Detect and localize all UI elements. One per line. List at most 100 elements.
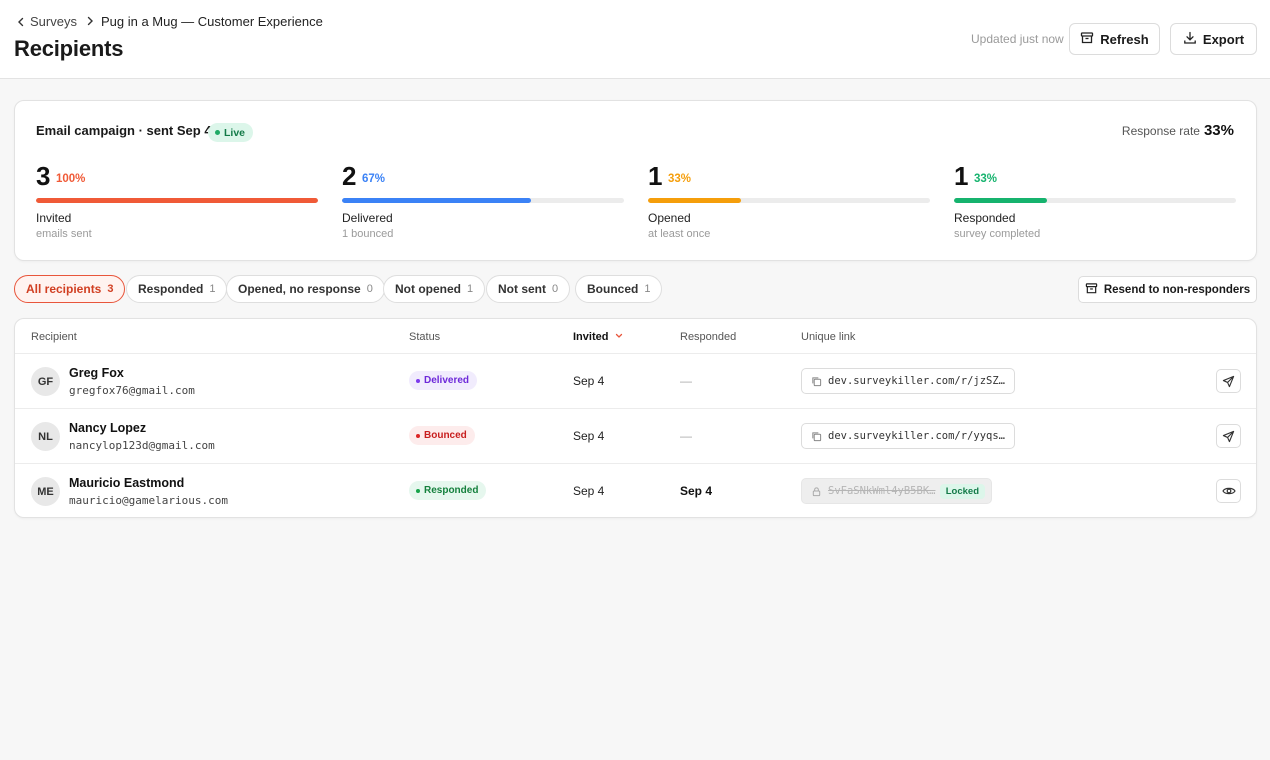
campaign-title: Email campaign · sent Sep 4 (36, 123, 212, 138)
status-badge: Bounced (409, 426, 475, 445)
column-status[interactable]: Status (409, 331, 440, 343)
stat-percent: 33% (668, 173, 692, 185)
eye-icon (1221, 487, 1236, 495)
recipient-name: Greg Fox (69, 366, 124, 380)
stat-progress-fill (648, 198, 742, 203)
stat-percent: 67% (362, 173, 386, 185)
stat-progress-fill (954, 198, 1048, 203)
stat-progress-bar (36, 198, 318, 203)
avatar: NL (31, 422, 60, 451)
filter-bounced[interactable]: Bounced 1 (575, 275, 663, 303)
recipient-email: nancylop123d@gmail.com (69, 439, 215, 452)
unique-link-text: dev.surveykiller.com/r/jzSZ… (828, 375, 1006, 387)
live-dot-icon (215, 130, 220, 135)
copy-icon[interactable] (811, 376, 822, 387)
archive-icon (1085, 282, 1098, 298)
avatar: ME (31, 477, 60, 506)
stat-progress-bar (954, 198, 1236, 203)
export-button-label: Export (1202, 31, 1245, 47)
recipient-email: gregfox76@gmail.com (69, 384, 195, 397)
filter-responded[interactable]: Responded 1 (126, 275, 228, 303)
filter-count: 1 (467, 283, 474, 295)
status-dot-icon (416, 433, 420, 438)
filter-count: 0 (366, 283, 373, 295)
stat-label: Invited (36, 211, 72, 225)
unique-link-text: SvFaSNkWml4yB5BK… (828, 485, 936, 497)
filter-label: Opened, no response (238, 282, 361, 296)
filter-opened-no-response[interactable]: Opened, no response 0 (226, 275, 385, 303)
view-response-button[interactable] (1216, 479, 1241, 503)
chevron-left-icon[interactable] (14, 15, 28, 29)
column-invited[interactable]: Invited (573, 331, 623, 343)
live-badge: Live (208, 123, 254, 142)
table-row[interactable]: ME Mauricio Eastmond mauricio@gamelariou… (15, 464, 1256, 519)
filter-label: Not opened (395, 282, 461, 296)
filter-count: 1 (644, 283, 651, 295)
responded-date: Sep 4 (680, 484, 713, 498)
stat-delivered: 2 67% Delivered 1 bounced (342, 161, 624, 246)
unique-link-text: dev.surveykiller.com/r/yyqs… (828, 430, 1006, 442)
recipients-table: Recipient Status Invited Responded Uniqu… (14, 318, 1257, 518)
stat-sublabel: survey completed (954, 228, 1041, 240)
filter-not-sent[interactable]: Not sent 0 (486, 275, 571, 303)
responded-date: — (680, 429, 692, 443)
page-header: Surveys Pug in a Mug — Customer Experien… (0, 0, 1270, 79)
lock-icon (812, 486, 821, 496)
stat-label: Responded (954, 211, 1016, 225)
send-icon (1222, 375, 1235, 387)
stat-sublabel: at least once (648, 228, 711, 240)
download-icon (1183, 31, 1197, 48)
refresh-button[interactable]: Refresh (1069, 23, 1160, 55)
filter-all-recipients[interactable]: All recipients 3 (14, 275, 126, 303)
send-button[interactable] (1216, 424, 1241, 448)
breadcrumb: Surveys Pug in a Mug — Customer Experien… (14, 14, 323, 29)
stat-percent: 100% (56, 173, 86, 185)
table-row[interactable]: NL Nancy Lopez nancylop123d@gmail.com Bo… (15, 409, 1256, 464)
recipient-name: Nancy Lopez (69, 421, 147, 435)
column-recipient[interactable]: Recipient (31, 331, 77, 343)
send-button[interactable] (1216, 369, 1241, 393)
recipient-email: mauricio@gamelarious.com (69, 494, 228, 507)
stat-progress-fill (36, 198, 318, 203)
stat-invited: 3 100% Invited emails sent (36, 161, 318, 246)
send-icon (1222, 430, 1235, 442)
page-title: Recipients (14, 36, 124, 61)
stat-opened: 1 33% Opened at least once (648, 161, 930, 246)
stat-percent: 33% (974, 173, 998, 185)
response-rate: Response rate 33% (1122, 122, 1234, 139)
breadcrumb-surveys-link[interactable]: Surveys (30, 14, 77, 29)
recipient-name: Mauricio Eastmond (69, 476, 185, 490)
filter-label: Bounced (587, 282, 639, 296)
filter-label: Not sent (498, 282, 546, 296)
export-button[interactable]: Export (1170, 23, 1257, 55)
table-row[interactable]: GF Greg Fox gregfox76@gmail.com Delivere… (15, 354, 1256, 409)
resend-button-label: Resend to non-responders (1103, 283, 1251, 296)
column-invited-label: Invited (573, 331, 609, 343)
resend-button[interactable]: Resend to non-responders (1078, 276, 1257, 303)
invited-date: Sep 4 (573, 374, 605, 388)
sort-desc-icon (615, 333, 622, 338)
live-label: Live (224, 126, 246, 139)
unique-link-field[interactable]: dev.surveykiller.com/r/yyqs… (801, 423, 1015, 449)
stat-progress-bar (648, 198, 930, 203)
column-responded[interactable]: Responded (680, 331, 736, 343)
stat-sublabel: 1 bounced (342, 228, 394, 240)
stat-label: Delivered (342, 211, 393, 225)
archive-icon (1080, 31, 1094, 48)
stat-responded: 1 33% Responded survey completed (954, 161, 1236, 246)
unique-link-field[interactable]: dev.surveykiller.com/r/jzSZ… (801, 368, 1015, 394)
filter-label: All recipients (26, 282, 102, 296)
stat-count: 1 (648, 161, 663, 191)
copy-icon[interactable] (811, 431, 822, 442)
filter-not-opened[interactable]: Not opened 1 (383, 275, 486, 303)
status-badge: Responded (409, 481, 487, 500)
status-badge: Delivered (409, 371, 478, 390)
updated-status: Updated just now (971, 32, 1064, 46)
stat-sublabel: emails sent (36, 228, 92, 240)
filter-label: Responded (138, 282, 204, 296)
column-unique-link: Unique link (801, 331, 856, 343)
filter-count: 0 (552, 283, 559, 295)
stat-progress-bar (342, 198, 624, 203)
status-label: Responded (424, 485, 479, 496)
invited-date: Sep 4 (573, 484, 605, 498)
